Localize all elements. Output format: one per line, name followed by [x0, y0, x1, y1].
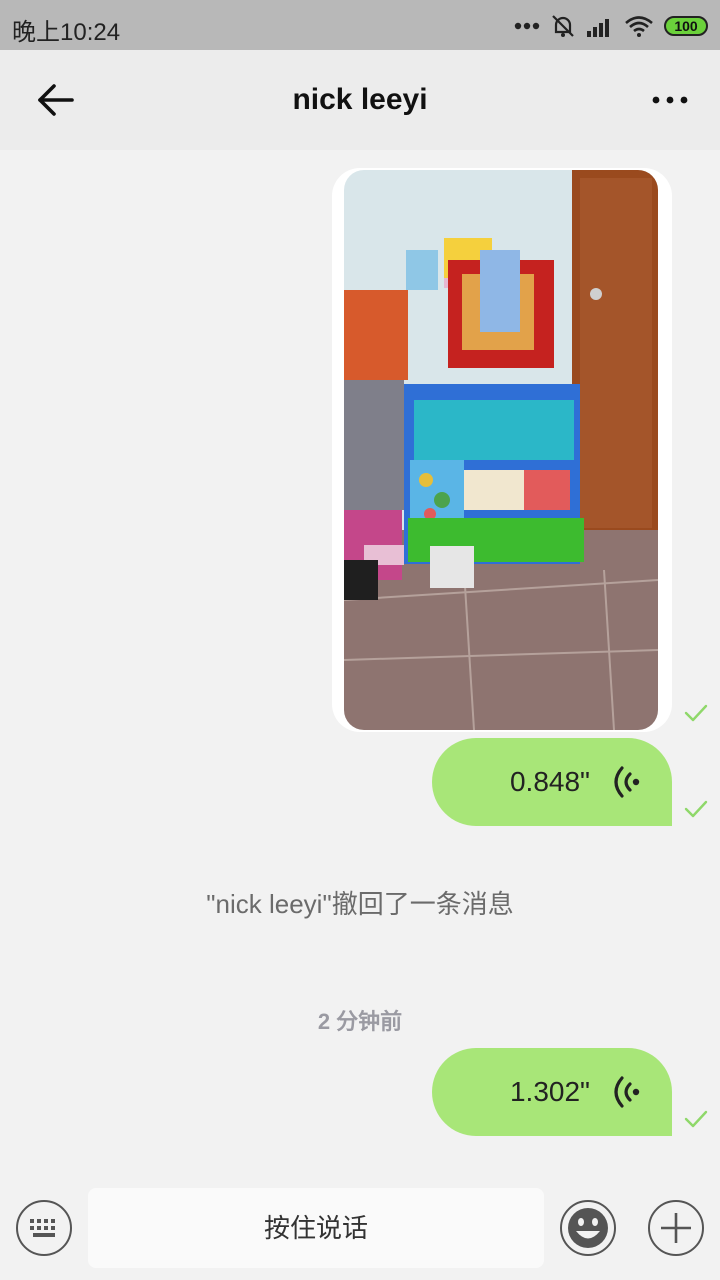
keyboard-icon — [30, 1219, 55, 1237]
back-arrow-icon[interactable] — [30, 78, 82, 122]
plus-icon — [661, 1213, 691, 1243]
chat-title: nick leeyi — [292, 83, 428, 116]
recall-notice: "nick leeyi"撤回了一条消息 — [206, 889, 514, 919]
emoji-button[interactable] — [560, 1200, 616, 1256]
chat-header: nick leeyi — [0, 50, 720, 150]
battery-icon: 100 — [664, 16, 708, 36]
voice-duration: 1.302" — [509, 1076, 590, 1107]
signal-icon — [587, 19, 609, 37]
status-icons: 100 — [514, 12, 708, 40]
photo-thumbnail[interactable] — [344, 170, 658, 730]
battery-level: 100 — [674, 18, 698, 34]
voice-message[interactable]: 1.302" — [432, 1048, 672, 1136]
sent-check-icon — [684, 800, 708, 818]
voice-message[interactable]: 0.848" — [432, 738, 672, 826]
voice-wave-icon — [614, 1076, 640, 1108]
input-bar: 按住说话 — [0, 1176, 720, 1280]
message-timestamp: 2 分钟前 — [317, 1009, 403, 1034]
sent-check-icon — [684, 1110, 708, 1128]
hold-to-talk-button[interactable]: 按住说话 — [88, 1188, 544, 1268]
status-time: 晚上10:24 — [12, 19, 121, 46]
voice-duration: 0.848" — [509, 766, 590, 797]
mute-icon — [552, 15, 574, 37]
more-actions-button[interactable] — [648, 1200, 704, 1256]
emoji-icon — [568, 1208, 608, 1248]
voice-wave-icon — [614, 766, 640, 798]
wifi-icon — [625, 16, 653, 37]
more-dots-icon — [514, 22, 540, 30]
image-message[interactable] — [332, 168, 672, 732]
keyboard-toggle-button[interactable] — [16, 1200, 72, 1256]
status-bar: 晚上10:24 100 — [0, 0, 720, 50]
sent-check-icon — [684, 704, 708, 722]
more-options-icon[interactable] — [648, 78, 692, 122]
